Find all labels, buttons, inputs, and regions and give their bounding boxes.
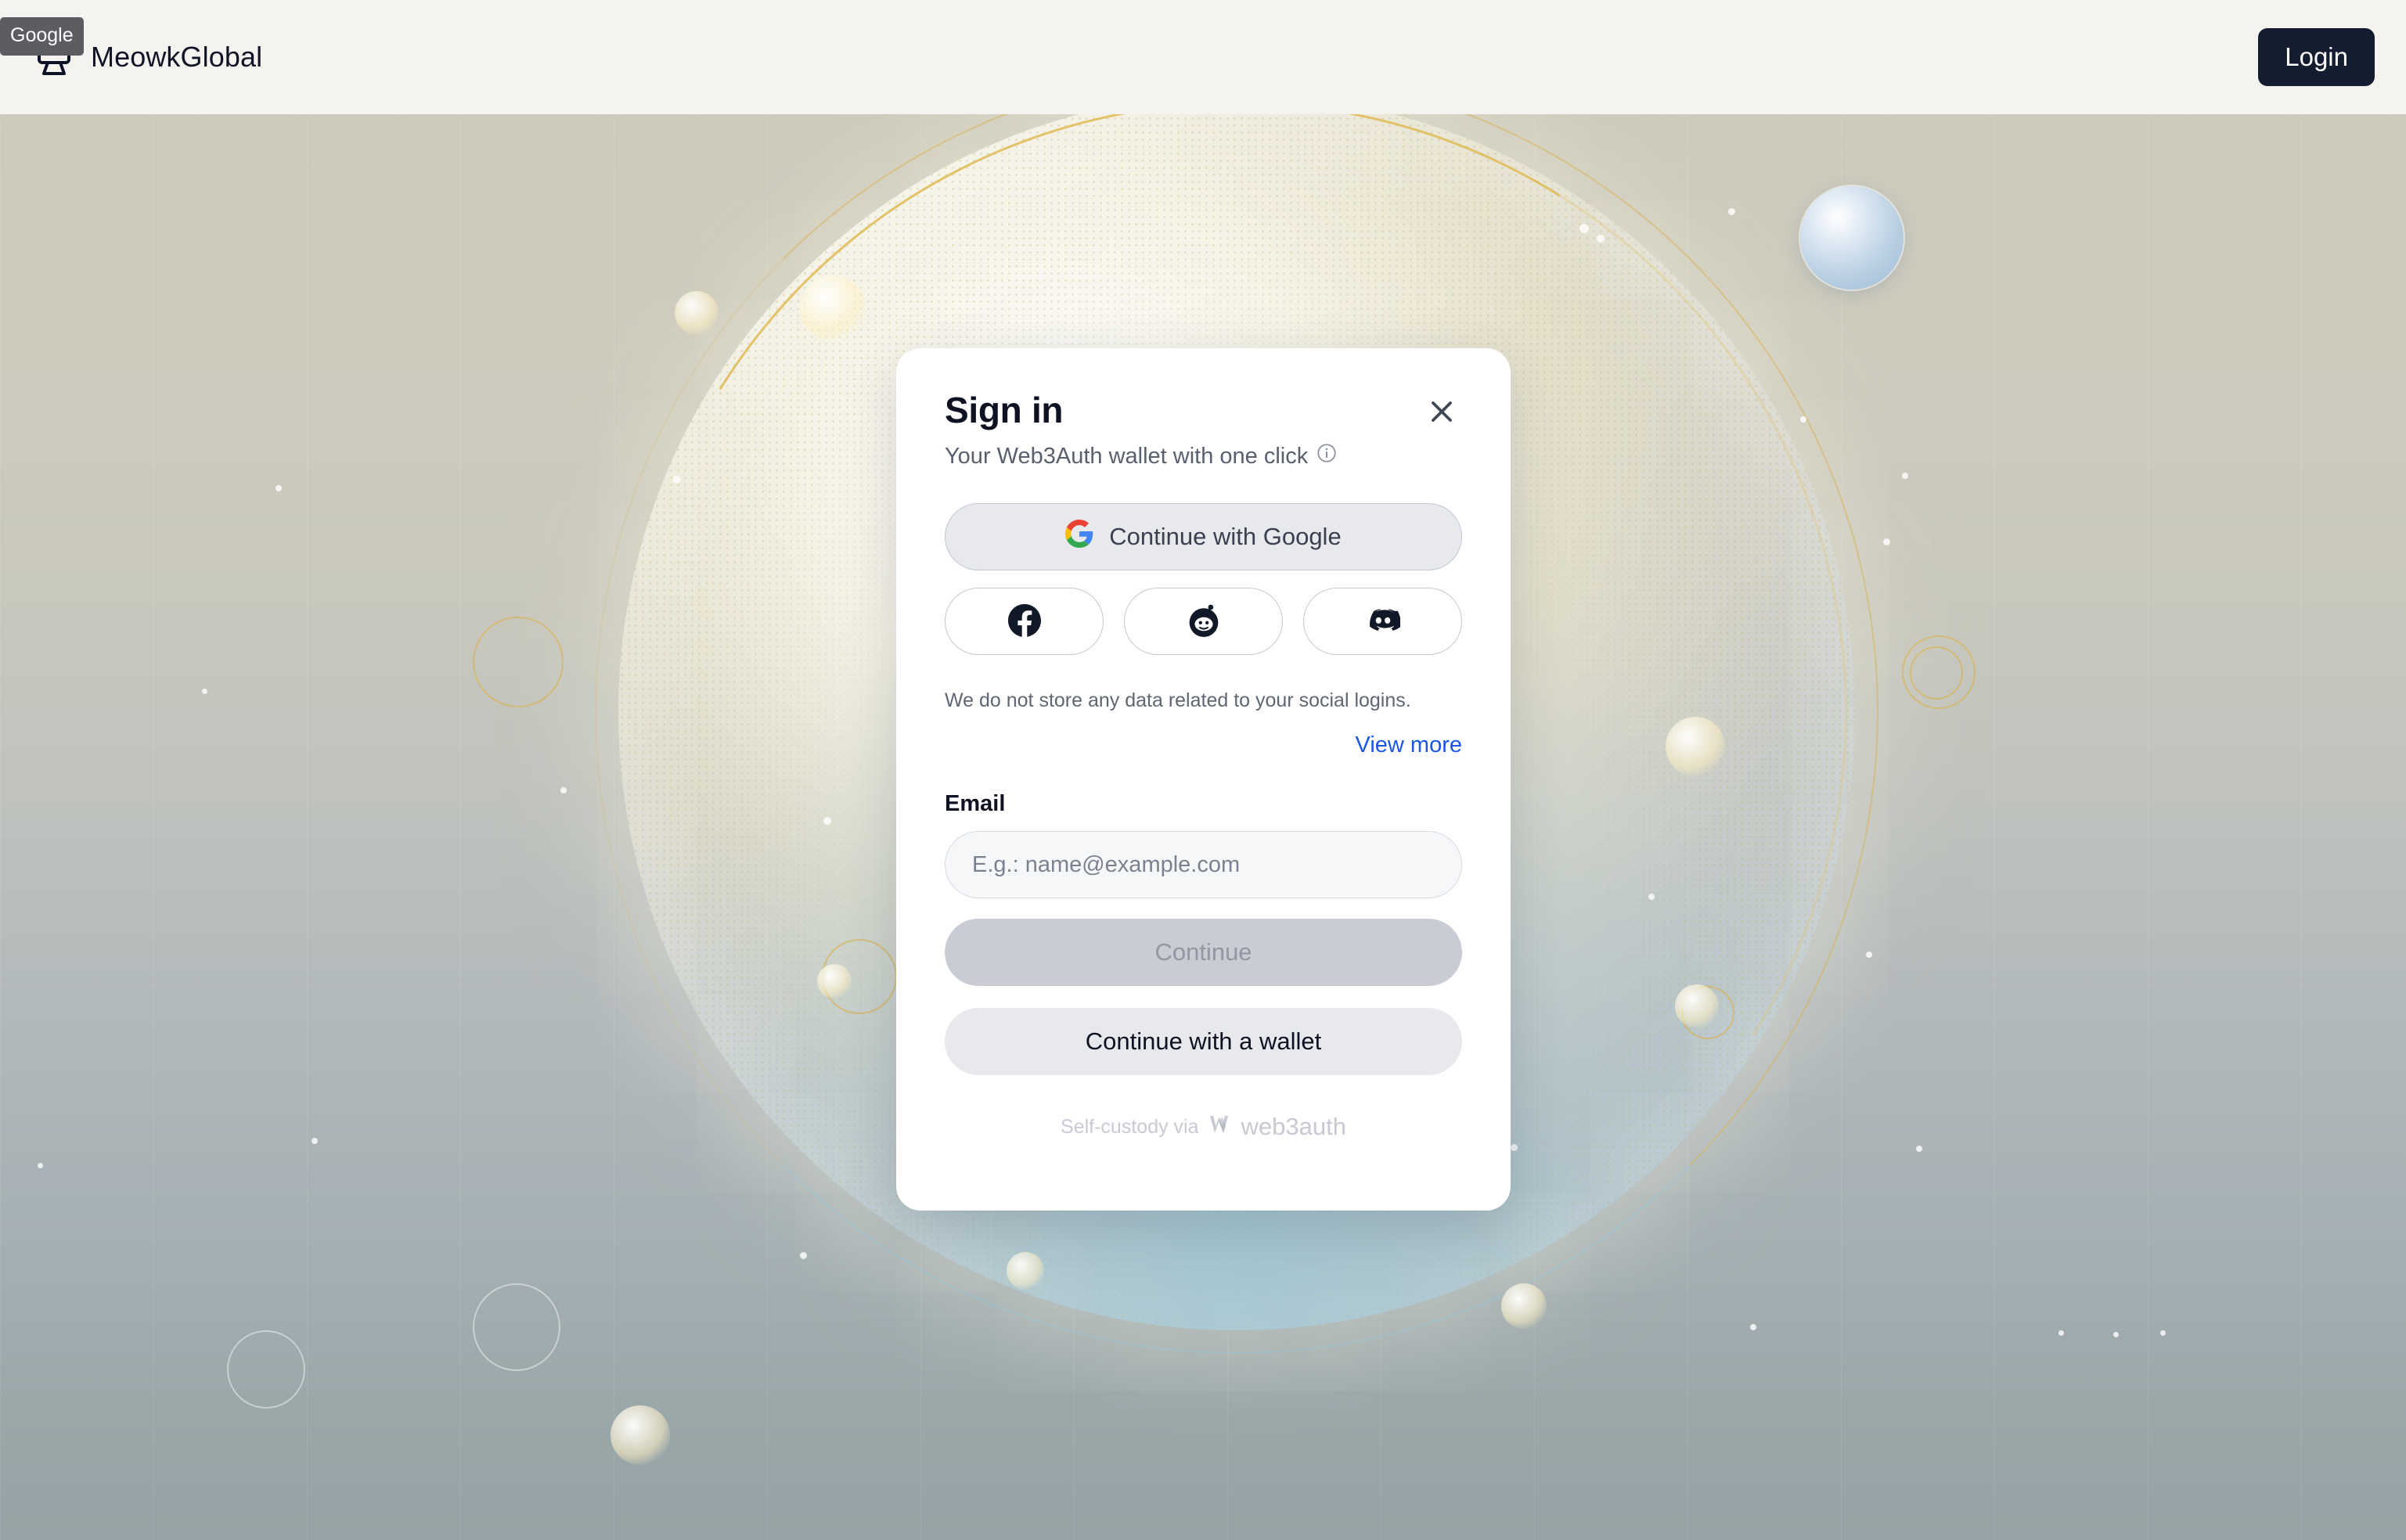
web3auth-w-icon [1208,1113,1235,1141]
reddit-login-button[interactable] [1124,588,1283,655]
view-more-row: View more [945,732,1462,758]
particle [1800,416,1806,423]
pale-ring-decoration [227,1330,305,1409]
gold-ring-decoration [1910,646,1963,700]
login-button[interactable]: Login [2258,28,2375,86]
close-button[interactable] [1421,392,1462,433]
gold-ring-decoration [473,617,564,707]
discord-login-button[interactable] [1303,588,1462,655]
glow-orb [817,964,852,998]
privacy-note: We do not store any data related to your… [945,689,1411,711]
glow-orb [675,291,719,335]
self-custody-text: Self-custody via [1061,1115,1199,1138]
brand-name: MeowkGlobal [91,41,263,73]
social-login-row [945,588,1462,655]
particle [1883,538,1890,545]
glow-orb [800,275,866,341]
continue-with-google-label: Continue with Google [1109,523,1342,550]
modal-footer: Self-custody via web3auth [945,1113,1462,1141]
signin-modal: Sign in Your Web3Auth wallet with one cl… [896,348,1511,1211]
continue-button[interactable]: Continue [945,919,1462,986]
particle [202,689,207,694]
web3auth-brand: web3auth [1208,1113,1346,1141]
particle [1728,208,1735,215]
continue-with-wallet-button[interactable]: Continue with a wallet [945,1008,1462,1075]
particle [312,1138,318,1144]
email-input[interactable] [945,831,1462,898]
particle [1902,473,1908,479]
google-tooltip-badge: Google [0,17,84,56]
blue-sphere-decoration [1800,186,1904,290]
particle [38,1163,43,1168]
particle [1750,1324,1756,1330]
close-icon [1427,397,1457,429]
particle [276,485,282,491]
google-g-icon [1065,520,1093,554]
glow-orb [1666,717,1725,776]
top-header-bar: Google MeowkGlobal Login [0,0,2406,114]
info-circle-icon[interactable] [1316,442,1338,470]
particle [560,787,567,793]
reddit-icon [1187,604,1220,639]
particle [823,817,831,825]
web3auth-wordmark: web3auth [1241,1113,1346,1140]
particle [1866,952,1872,958]
particle [2160,1330,2166,1336]
particle [2058,1330,2064,1336]
particle [1916,1146,1922,1152]
facebook-icon [1007,603,1041,639]
glow-orb [611,1405,670,1465]
modal-subtitle: Your Web3Auth wallet with one click [945,442,1338,470]
view-more-link[interactable]: View more [1356,732,1462,758]
particle [1597,235,1605,243]
particle [2113,1332,2119,1337]
particle [1511,1144,1518,1151]
pale-ring-decoration [473,1283,560,1371]
glow-orb [1675,984,1719,1028]
page-title: Sign in [945,390,1064,430]
glow-orb [1501,1283,1547,1329]
particle [1579,224,1589,233]
glow-orb [1007,1252,1044,1290]
modal-header: Sign in Your Web3Auth wallet with one cl… [945,389,1462,470]
facebook-login-button[interactable] [945,588,1104,655]
particle [800,1252,807,1259]
modal-title-block: Sign in Your Web3Auth wallet with one cl… [945,389,1338,470]
particle [1648,894,1655,900]
discord-icon [1366,603,1401,640]
brand-area: Google MeowkGlobal [0,17,263,81]
particle [673,476,681,484]
modal-subtitle-text: Your Web3Auth wallet with one click [945,443,1309,469]
email-label: Email [945,791,1006,816]
continue-with-google-button[interactable]: Continue with Google [945,503,1462,570]
